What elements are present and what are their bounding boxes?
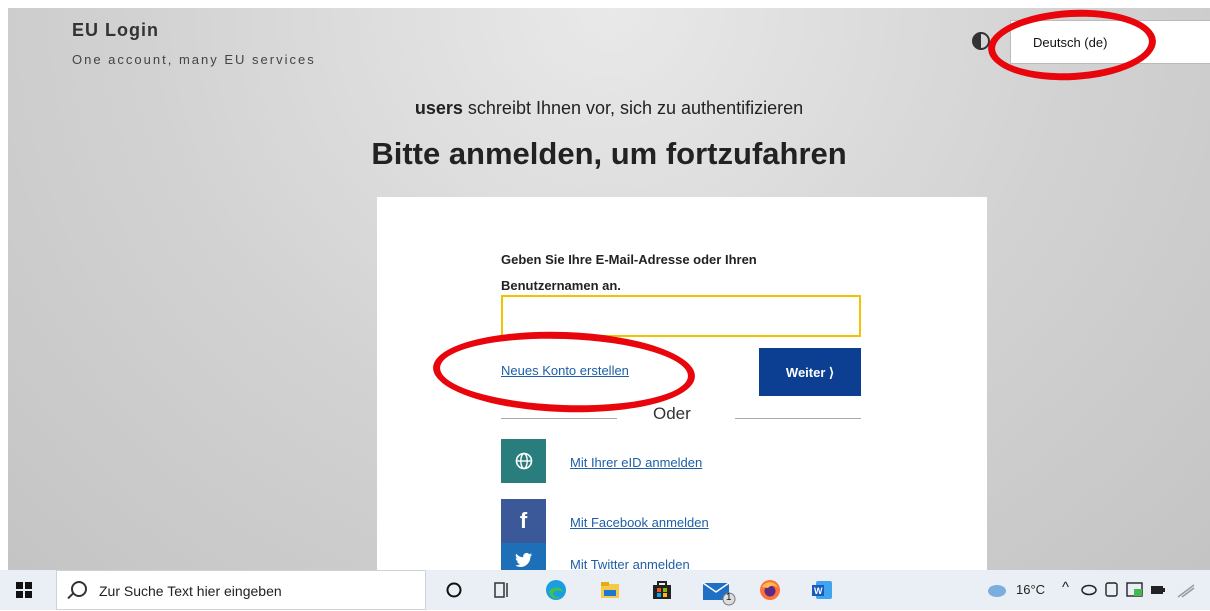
store-icon[interactable] xyxy=(650,578,674,602)
mail-icon[interactable]: 1 xyxy=(702,578,738,606)
weather-cloud-icon[interactable] xyxy=(986,580,1008,604)
eid-login-link[interactable]: Mit Ihrer eID anmelden xyxy=(570,455,702,470)
chevron-up-icon[interactable]: ^ xyxy=(1062,579,1069,596)
twitter-login-link[interactable]: Mit Twitter anmelden xyxy=(570,557,690,570)
windows-start-icon[interactable] xyxy=(16,582,32,598)
svg-text:W: W xyxy=(814,586,823,596)
globe-icon[interactable] xyxy=(501,439,546,483)
email-field-label: Geben Sie Ihre E-Mail-Adresse oder Ihren… xyxy=(501,252,757,293)
search-icon xyxy=(71,581,87,597)
divider-left xyxy=(501,418,617,419)
onedrive-cloud-icon[interactable] xyxy=(1080,582,1098,600)
facebook-icon[interactable]: f xyxy=(501,499,546,543)
divider-right xyxy=(735,418,861,419)
login-page: EU Login One account, many EU services D… xyxy=(8,8,1210,570)
weather-temperature[interactable]: 16°C xyxy=(1016,582,1045,597)
or-separator: Oder xyxy=(653,404,691,423)
word-icon[interactable]: W xyxy=(810,578,834,602)
next-button[interactable]: Weiter ⟩ xyxy=(759,348,861,396)
mail-badge-count: 1 xyxy=(726,592,732,603)
file-explorer-icon[interactable] xyxy=(598,578,622,602)
taskbar: Zur Suche Text hier eingeben 1 W 16°C ^ xyxy=(0,570,1210,610)
requesting-service: users xyxy=(414,98,463,118)
brand-title: EU Login xyxy=(72,20,159,40)
taskbar-search-placeholder: Zur Suche Text hier eingeben xyxy=(99,583,282,599)
meet-now-icon[interactable] xyxy=(1104,581,1120,599)
cortana-icon[interactable] xyxy=(442,578,466,602)
page-title: Bitte anmelden, um fortzufahren xyxy=(371,136,847,171)
wifi-icon[interactable] xyxy=(1176,581,1196,599)
facebook-login-link[interactable]: Mit Facebook anmelden xyxy=(570,515,709,530)
brand-subtitle: One account, many EU services xyxy=(72,52,316,67)
firefox-icon[interactable] xyxy=(758,578,782,602)
twitter-icon[interactable] xyxy=(501,543,546,570)
edge-browser-icon[interactable] xyxy=(544,578,568,602)
task-view-icon[interactable] xyxy=(490,578,514,602)
battery-icon[interactable] xyxy=(1150,583,1166,597)
auth-request-rest: schreibt Ihnen vor, sich zu authentifizi… xyxy=(462,98,804,118)
notification-app-icon[interactable] xyxy=(1126,581,1144,599)
email-field[interactable] xyxy=(501,295,861,337)
taskbar-search-box[interactable]: Zur Suche Text hier eingeben xyxy=(56,570,426,610)
auth-request-text: users schreibt Ihnen vor, sich zu authen… xyxy=(8,98,1210,119)
